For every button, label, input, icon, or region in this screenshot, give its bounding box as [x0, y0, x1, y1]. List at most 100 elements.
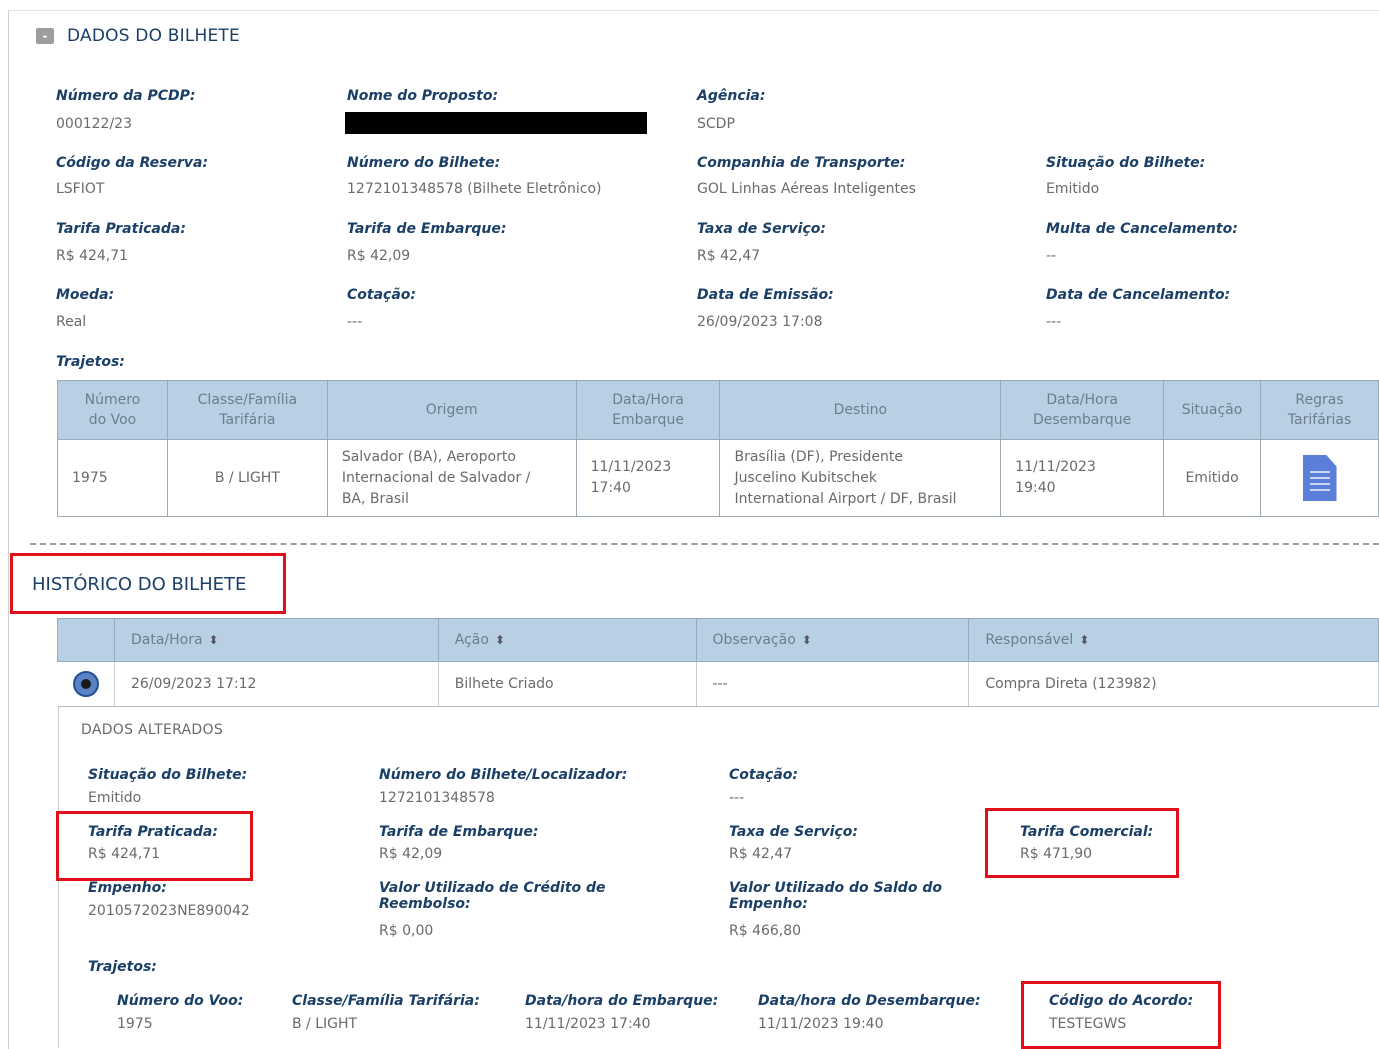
- moeda-value: Real: [56, 314, 87, 330]
- expand-row-radio[interactable]: [72, 671, 99, 697]
- alt-trajetos-label: Trajetos:: [88, 959, 157, 975]
- taxa-servico-value: R$ 42,47: [697, 248, 761, 264]
- alt-desembarque-label: Data/hora do Desembarque:: [758, 993, 981, 1009]
- data-emissao-value: 26/09/2023 17:08: [697, 314, 823, 330]
- companhia-value: GOL Linhas Aéreas Inteligentes: [697, 181, 916, 197]
- cell-origem: Salvador (BA), Aeroporto Internacional de…: [326, 439, 577, 517]
- header-numero-voo: Número do Voo: [57, 380, 168, 440]
- alt-saldo-empenho-label: Valor Utilizado do Saldo do Empenho:: [729, 880, 942, 912]
- header-desembarque: Data/Hora Desembarque: [1000, 380, 1165, 440]
- trajetos-table: Número do Voo Classe/Família Tarifária Ori…: [57, 380, 1379, 517]
- alt-embarque-value: 11/11/2023 17:40: [525, 1016, 651, 1032]
- header-classe: Classe/Família Tarifária: [166, 380, 328, 440]
- alt-situacao-value: Emitido: [88, 790, 142, 806]
- header-origem: Origem: [326, 380, 577, 440]
- alt-numero-voo-label: Número do Voo:: [117, 993, 244, 1009]
- header-responsavel[interactable]: Responsável ⬍: [968, 618, 1379, 662]
- historico-table: Data/Hora ⬍ Ação ⬍ Observação ⬍ Responsável…: [57, 618, 1379, 707]
- situacao-label: Situação do Bilhete:: [1046, 155, 1206, 171]
- dados-alterados-title: DADOS ALTERADOS: [81, 722, 224, 738]
- cell-regras: [1260, 439, 1379, 517]
- alt-classe-value: B / LIGHT: [292, 1016, 358, 1032]
- alt-taxa-servico-label: Taxa de Serviço:: [729, 824, 859, 840]
- codigo-acordo-highlight-box: [1021, 981, 1221, 1049]
- agencia-label: Agência:: [697, 88, 766, 104]
- alt-empenho-value: 2010572023NE890042: [88, 903, 250, 919]
- alt-tarifa-embarque-value: R$ 42,09: [379, 846, 443, 862]
- alt-saldo-empenho-value: R$ 466,80: [729, 923, 802, 939]
- section-divider: [30, 543, 1379, 545]
- moeda-label: Moeda:: [56, 287, 115, 303]
- cell-numero-voo: 1975: [57, 439, 168, 517]
- alt-tarifa-comercial-value: R$ 471,90: [1020, 846, 1093, 862]
- nome-proposto-label: Nome do Proposto:: [347, 88, 499, 104]
- historico-title: HISTÓRICO DO BILHETE: [32, 574, 247, 595]
- table-row: 26/09/2023 17:12 Bilhete Criado --- Comp…: [57, 661, 1379, 707]
- cell-desembarque: 11/11/2023 19:40: [1000, 439, 1165, 517]
- tarifa-embarque-label: Tarifa de Embarque:: [347, 221, 507, 237]
- data-cancelamento-label: Data de Cancelamento:: [1046, 287, 1231, 303]
- cotacao-label: Cotação:: [347, 287, 416, 303]
- agencia-value: SCDP: [697, 116, 735, 132]
- alt-tarifa-praticada-value: R$ 424,71: [88, 846, 161, 862]
- header-select: [57, 618, 115, 662]
- alt-desembarque-value: 11/11/2023 19:40: [758, 1016, 884, 1032]
- alt-credito-reembolso-value: R$ 0,00: [379, 923, 434, 939]
- header-acao[interactable]: Ação ⬍: [437, 618, 697, 662]
- alt-numero-localizador-value: 1272101348578: [379, 790, 495, 806]
- cell-destino: Brasília (DF), Presidente Juscelino Kubit…: [719, 439, 1002, 517]
- header-regras: Regras Tarifárias: [1260, 380, 1379, 440]
- cell-situacao: Emitido: [1163, 439, 1262, 517]
- tarifa-praticada-label: Tarifa Praticada:: [56, 221, 186, 237]
- codigo-reserva-value: LSFIOT: [56, 181, 105, 197]
- historico-header-row: Data/Hora ⬍ Ação ⬍ Observação ⬍ Responsável…: [57, 618, 1379, 662]
- alt-codigo-acordo-value: TESTEGWS: [1049, 1016, 1127, 1032]
- sort-icon[interactable]: ⬍: [1079, 633, 1089, 647]
- collapse-toggle-icon[interactable]: -: [36, 28, 54, 44]
- section-title: DADOS DO BILHETE: [67, 26, 240, 46]
- alt-codigo-acordo-label: Código do Acordo:: [1049, 993, 1194, 1009]
- cell-embarque: 11/11/2023 17:40: [575, 439, 721, 517]
- header-data-hora[interactable]: Data/Hora ⬍: [113, 618, 439, 662]
- numero-pcdp-label: Número da PCDP:: [56, 88, 196, 104]
- alt-cotacao-label: Cotação:: [729, 767, 798, 783]
- numero-bilhete-value: 1272101348578 (Bilhete Eletrônico): [347, 181, 602, 197]
- data-emissao-label: Data de Emissão:: [697, 287, 834, 303]
- tarifa-comercial-highlight-box: [985, 808, 1179, 878]
- cell-data-hora: 26/09/2023 17:12: [114, 661, 439, 707]
- cell-observacao: ---: [696, 661, 970, 707]
- tarifa-embarque-value: R$ 42,09: [347, 248, 411, 264]
- document-icon[interactable]: [1302, 455, 1337, 501]
- redacted-name: [345, 112, 647, 134]
- cell-acao: Bilhete Criado: [438, 661, 697, 707]
- alt-tarifa-comercial-label: Tarifa Comercial:: [1020, 824, 1154, 840]
- taxa-servico-label: Taxa de Serviço:: [697, 221, 827, 237]
- cell-select: [57, 661, 115, 707]
- trajetos-header-row: Número do Voo Classe/Família Tarifária Ori…: [57, 380, 1379, 440]
- cell-responsavel: Compra Direta (123982): [968, 661, 1379, 707]
- alt-numero-localizador-label: Número do Bilhete/Localizador:: [379, 767, 628, 783]
- alt-tarifa-praticada-label: Tarifa Praticada:: [88, 824, 218, 840]
- header-embarque: Data/Hora Embarque: [575, 380, 721, 440]
- alt-numero-voo-value: 1975: [117, 1016, 153, 1032]
- sort-icon[interactable]: ⬍: [802, 633, 812, 647]
- alt-situacao-label: Situação do Bilhete:: [88, 767, 248, 783]
- header-destino: Destino: [719, 380, 1002, 440]
- cell-classe: B / LIGHT: [166, 439, 328, 517]
- codigo-reserva-label: Código da Reserva:: [56, 155, 209, 171]
- alt-empenho-label: Empenho:: [88, 880, 167, 896]
- alt-tarifa-embarque-label: Tarifa de Embarque:: [379, 824, 539, 840]
- tarifa-praticada-value: R$ 424,71: [56, 248, 129, 264]
- data-cancelamento-value: ---: [1046, 314, 1062, 330]
- alt-classe-label: Classe/Família Tarifária:: [292, 993, 480, 1009]
- table-row: 1975 B / LIGHT Salvador (BA), Aeroporto I…: [57, 439, 1379, 517]
- multa-cancelamento-label: Multa de Cancelamento:: [1046, 221, 1238, 237]
- numero-bilhete-label: Número do Bilhete:: [347, 155, 501, 171]
- trajetos-label: Trajetos:: [56, 354, 125, 370]
- alt-taxa-servico-value: R$ 42,47: [729, 846, 793, 862]
- header-observacao[interactable]: Observação ⬍: [695, 618, 970, 662]
- situacao-value: Emitido: [1046, 181, 1100, 197]
- sort-icon[interactable]: ⬍: [209, 633, 219, 647]
- sort-icon[interactable]: ⬍: [495, 633, 505, 647]
- cotacao-value: ---: [347, 314, 363, 330]
